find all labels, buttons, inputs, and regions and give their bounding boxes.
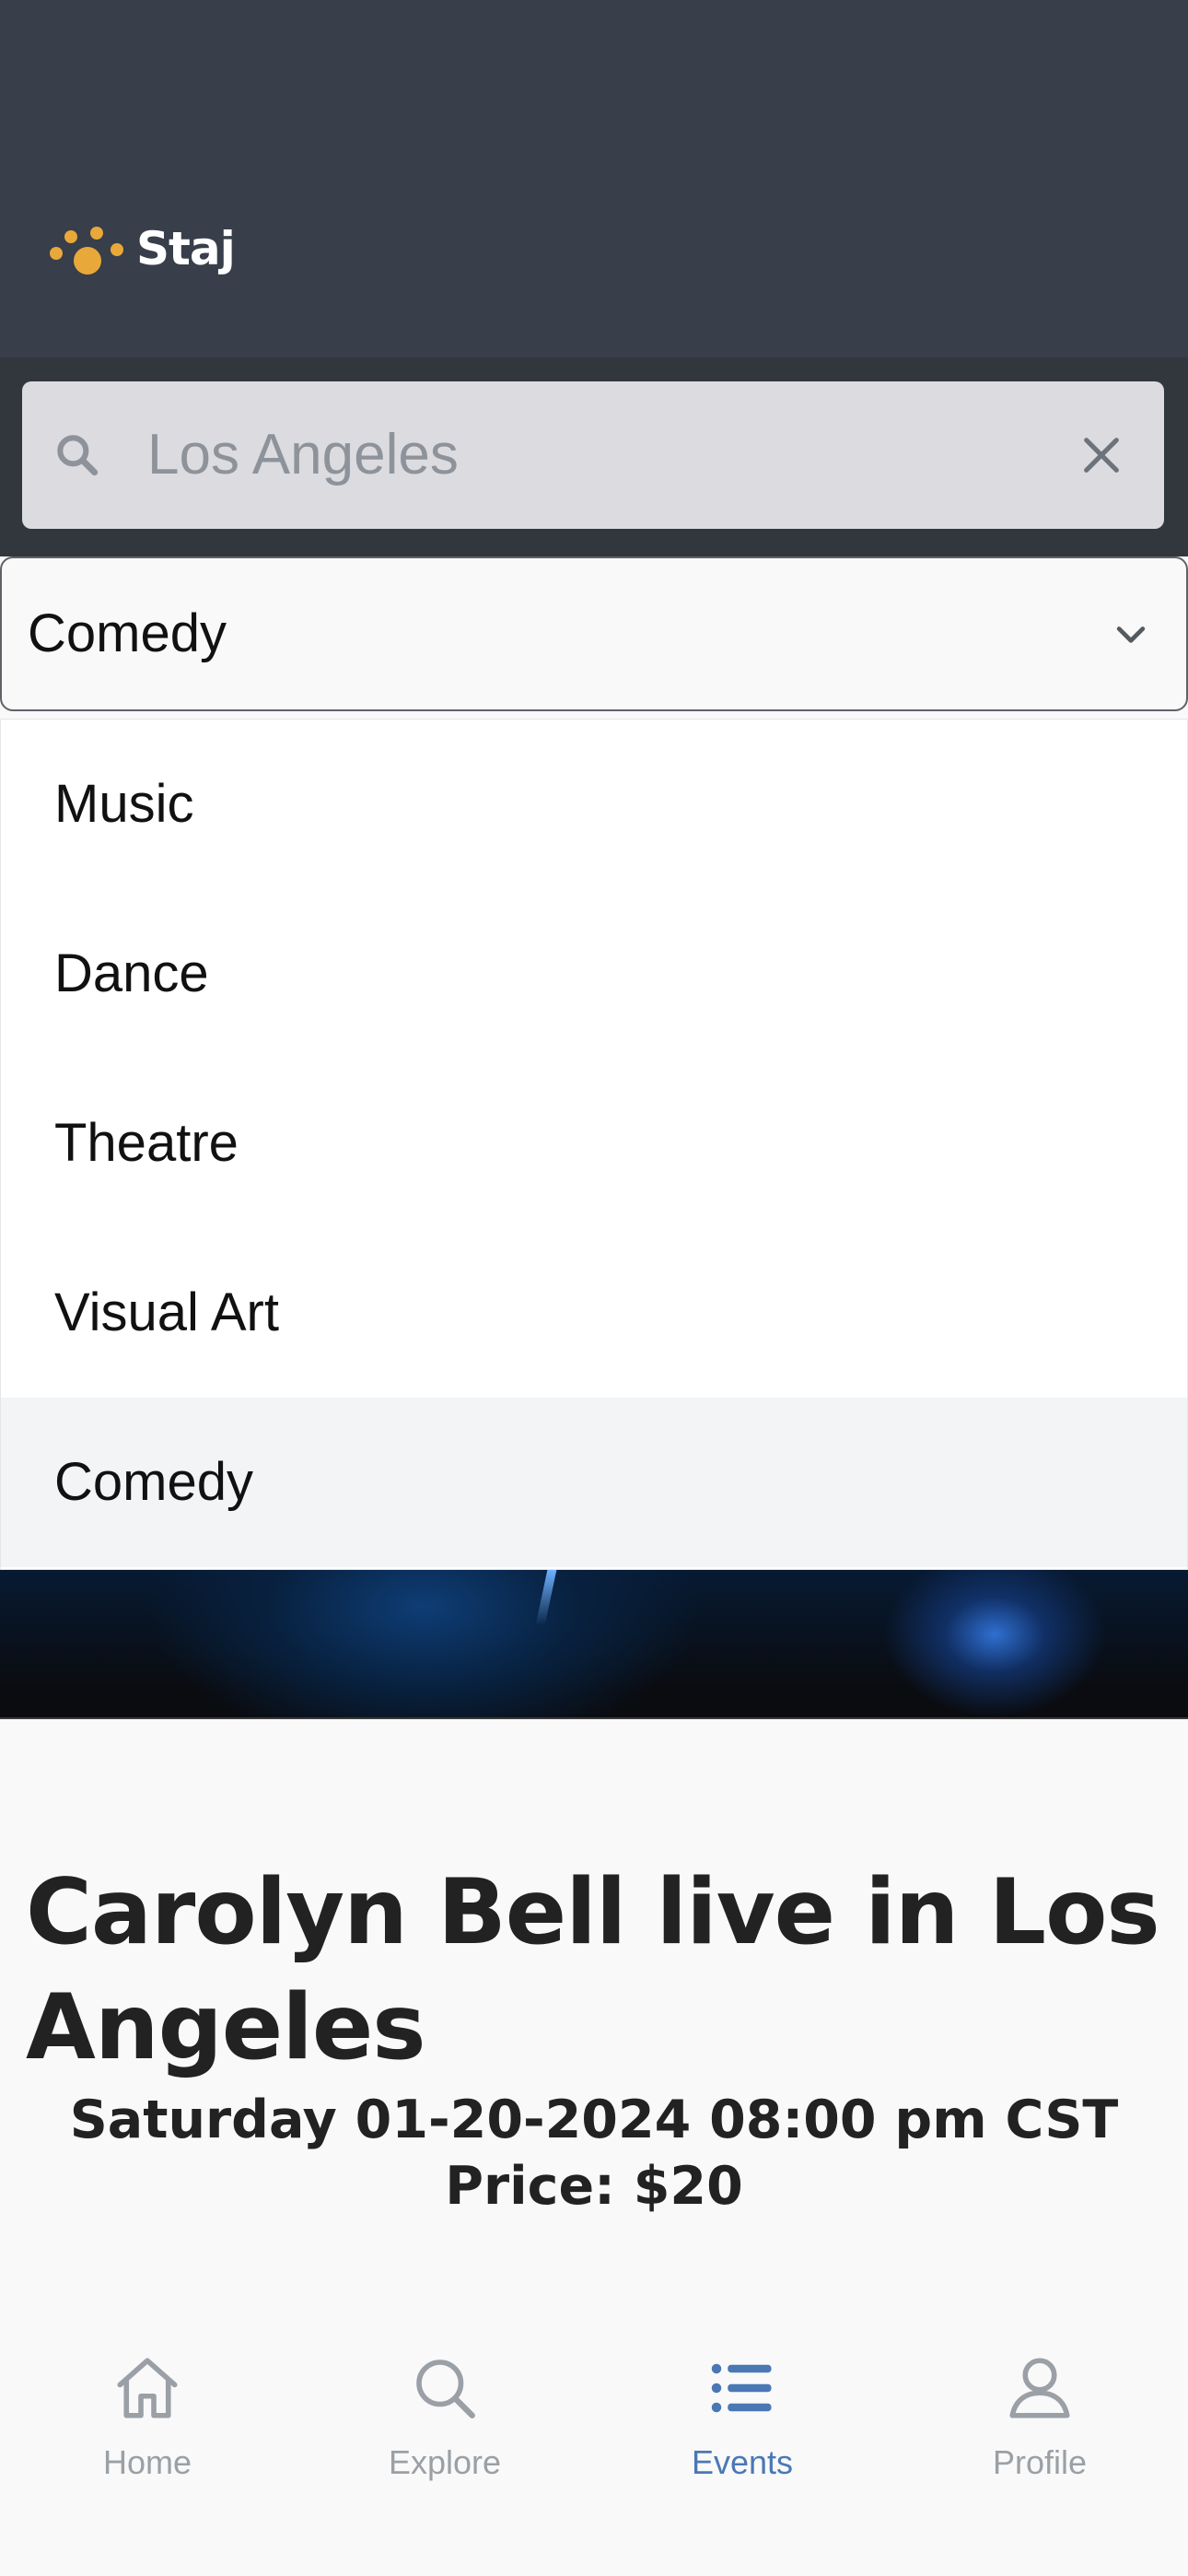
event-image[interactable] [0, 1570, 1188, 1719]
category-selected-value: Comedy [28, 603, 227, 663]
event-date: Saturday 01-20-2024 08:00 pm CST [69, 2090, 1119, 2150]
option-comedy[interactable]: Comedy [1, 1398, 1187, 1567]
option-visual-art[interactable]: Visual Art [1, 1228, 1187, 1398]
tab-profile[interactable]: Profile [929, 2349, 1150, 2515]
logo-paw-icon [50, 221, 127, 276]
tab-label-home: Home [102, 2443, 192, 2481]
app-logo[interactable]: Staj [50, 221, 236, 276]
clear-search-icon[interactable] [1076, 429, 1127, 481]
option-music[interactable]: Music [1, 720, 1187, 889]
search-input[interactable]: Los Angeles [22, 381, 1164, 529]
chevron-down-icon [1116, 626, 1146, 643]
app-header: Staj [0, 0, 1188, 357]
bottom-tab-bar: Home Explore Events Profile [0, 2325, 1188, 2576]
app-name: Staj [136, 222, 236, 275]
search-icon [416, 2359, 475, 2418]
user-icon [1009, 2358, 1070, 2418]
category-dropdown-menu: Music Dance Theatre Visual Art Comedy [0, 719, 1188, 1570]
tab-label-explore: Explore [388, 2443, 502, 2481]
list-icon [711, 2363, 772, 2413]
search-value: Los Angeles [147, 423, 459, 486]
tab-events[interactable]: Events [632, 2349, 853, 2515]
event-title: Carolyn Bell live in Los Angeles [26, 1860, 1160, 2080]
option-dance[interactable]: Dance [1, 889, 1187, 1059]
tab-label-profile: Profile [992, 2443, 1088, 2481]
home-icon [117, 2358, 178, 2418]
tab-home[interactable]: Home [37, 2349, 258, 2515]
event-price: Price: $20 [445, 2156, 743, 2217]
option-theatre[interactable]: Theatre [1, 1059, 1187, 1228]
image-light-streak [535, 1570, 557, 1625]
tab-label-events: Events [691, 2443, 794, 2481]
search-icon [57, 435, 99, 476]
tab-explore[interactable]: Explore [334, 2349, 555, 2515]
category-select[interactable]: Comedy [0, 556, 1188, 711]
